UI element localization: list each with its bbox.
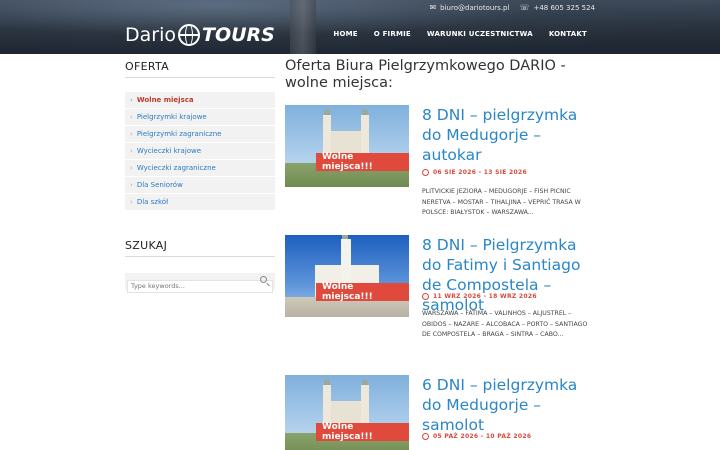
- logo-text-dario: Dario: [125, 24, 176, 46]
- search-box: [125, 273, 275, 293]
- sidebar-item-wycieczki-krajowe[interactable]: › Wycieczki krajowe: [125, 143, 275, 160]
- chevron-right-icon: ›: [130, 181, 133, 189]
- post-date: 05 PAŹ 2026 - 10 PAŹ 2026: [422, 433, 531, 440]
- sidebar-item-dla-seniorow[interactable]: › Dla Seniorów: [125, 177, 275, 194]
- email-contact[interactable]: ✉ biuro@dariotours.pl: [429, 3, 509, 12]
- chevron-right-icon: ›: [130, 198, 133, 206]
- post-thumbnail[interactable]: Wolne miejsca!!!: [285, 235, 409, 317]
- main-content: Oferta Biura Pielgrzymkowego DARIO - wol…: [285, 58, 597, 450]
- availability-badge: Wolne miejsca!!!: [316, 422, 409, 442]
- post-title[interactable]: 8 DNI – Pielgrzymka do Fatimy i Santiago…: [422, 235, 600, 315]
- chevron-right-icon: ›: [130, 130, 133, 138]
- site-header: ✉ biuro@dariotours.pl ☏ +48 605 325 524 Da…: [0, 0, 720, 54]
- page-title: Oferta Biura Pielgrzymkowego DARIO - wol…: [285, 58, 566, 91]
- globe-icon: [178, 24, 200, 46]
- chevron-right-icon: ›: [130, 96, 133, 104]
- phone-text: +48 605 325 524: [533, 4, 595, 12]
- main-nav: HOME O FIRMIE WARUNKI UCZESTNICTWA KONTA…: [325, 30, 587, 38]
- search-input[interactable]: [127, 279, 273, 293]
- email-text: biuro@dariotours.pl: [440, 4, 510, 12]
- envelope-icon: ✉: [429, 3, 437, 12]
- post-date: 11 WRZ 2026 - 18 WRZ 2026: [422, 293, 537, 300]
- contact-bar: ✉ biuro@dariotours.pl ☏ +48 605 325 524: [429, 3, 595, 12]
- chevron-right-icon: ›: [130, 147, 133, 155]
- search-heading: SZUKAJ: [125, 239, 275, 257]
- site-logo[interactable]: Dario TOURS: [125, 22, 275, 48]
- clock-icon: [422, 169, 429, 176]
- availability-badge: Wolne miejsca!!!: [316, 282, 409, 302]
- chevron-right-icon: ›: [130, 164, 133, 172]
- post-thumbnail[interactable]: Wolne miejsca!!!: [285, 105, 409, 187]
- offer-menu: › Wolne miejsca › Pielgrzymki krajowe › Pie…: [125, 92, 275, 211]
- availability-badge: Wolne miejsca!!!: [316, 152, 409, 172]
- post-excerpt: WARSZAWA – FATIMA – VALINHOS – ALJUSTREL…: [422, 310, 588, 338]
- post-excerpt: PLITVICKIE JEZIORA – MEDUGORJE – FISH PI…: [422, 188, 581, 216]
- sidebar: OFERTA › Wolne miejsca › Pielgrzymki krajo…: [125, 60, 275, 293]
- logo-text-tours: TOURS: [202, 24, 275, 46]
- sidebar-item-label: Dla szkół: [136, 198, 169, 206]
- sidebar-item-label: Wycieczki zagraniczne: [136, 164, 216, 172]
- chevron-right-icon: ›: [130, 113, 133, 121]
- sidebar-item-label: Pielgrzymki krajowe: [136, 113, 207, 121]
- sidebar-item-label: Dla Seniorów: [136, 181, 183, 189]
- nav-kontakt[interactable]: KONTAKT: [541, 30, 587, 38]
- sidebar-item-pielgrzymki-zagraniczne[interactable]: › Pielgrzymki zagraniczne: [125, 126, 275, 143]
- sidebar-item-wolne-miejsca[interactable]: › Wolne miejsca: [125, 92, 275, 109]
- phone-contact[interactable]: ☏ +48 605 325 524: [519, 3, 595, 12]
- header-tower-image: [290, 0, 316, 54]
- post-date-text: 11 WRZ 2026 - 18 WRZ 2026: [433, 293, 537, 300]
- nav-home[interactable]: HOME: [325, 30, 365, 38]
- clock-icon: [422, 293, 429, 300]
- sidebar-item-dla-szkol[interactable]: › Dla szkół: [125, 194, 275, 211]
- clock-icon: [422, 433, 429, 440]
- sidebar-item-label: Wolne miejsca: [136, 96, 194, 104]
- post-date-text: 05 PAŹ 2026 - 10 PAŹ 2026: [433, 433, 532, 440]
- post-title[interactable]: 6 DNI – pielgrzymka do Medugorje – samol…: [422, 375, 600, 435]
- sidebar-item-pielgrzymki-krajowe[interactable]: › Pielgrzymki krajowe: [125, 109, 275, 126]
- header-background: [0, 0, 720, 54]
- search-icon[interactable]: [260, 276, 267, 283]
- post-date: 06 SIE 2026 - 13 SIE 2026: [422, 169, 527, 176]
- sidebar-item-label: Wycieczki krajowe: [136, 147, 202, 155]
- sidebar-item-label: Pielgrzymki zagraniczne: [136, 130, 222, 138]
- post-date-text: 06 SIE 2026 - 13 SIE 2026: [433, 169, 527, 176]
- phone-icon: ☏: [519, 3, 530, 12]
- post-title[interactable]: 8 DNI – pielgrzymka do Medugorje – autok…: [422, 105, 600, 165]
- nav-o-firmie[interactable]: O FIRMIE: [366, 30, 419, 38]
- offer-heading: OFERTA: [125, 60, 275, 78]
- post-thumbnail[interactable]: Wolne miejsca!!!: [285, 375, 409, 450]
- nav-warunki-uczestnictwa[interactable]: WARUNKI UCZESTNICTWA: [419, 30, 541, 38]
- sidebar-item-wycieczki-zagraniczne[interactable]: › Wycieczki zagraniczne: [125, 160, 275, 177]
